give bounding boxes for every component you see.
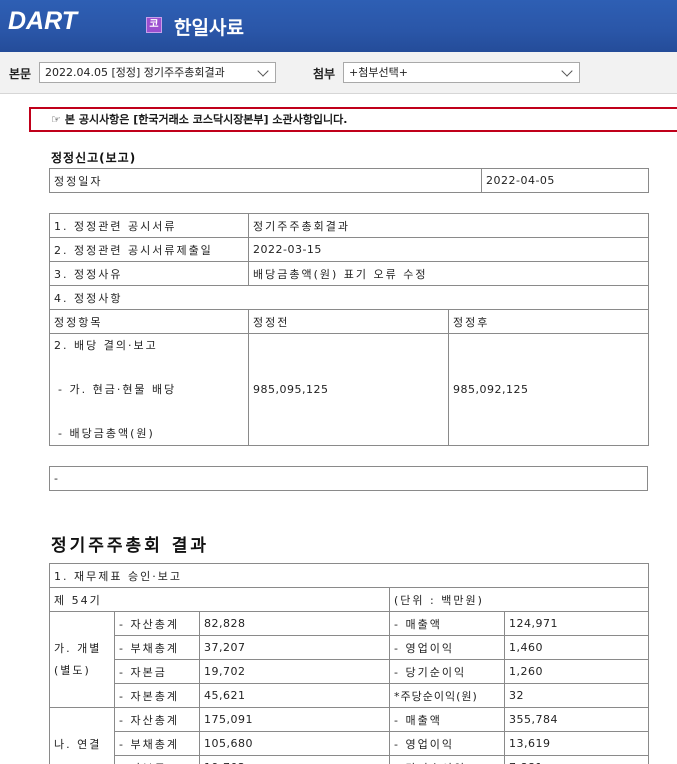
left-item-value: 105,680 [199, 731, 390, 756]
left-item-label: - 자산총계 [114, 707, 200, 732]
right-item-value: 124,971 [504, 611, 649, 636]
dart-logo[interactable]: DART [8, 6, 77, 35]
right-item-value: 13,619 [504, 731, 649, 756]
result-title: 정기주주총회 결과 [51, 536, 210, 556]
right-item-value: 32 [504, 683, 649, 708]
table-row: 가. 개별 (별도) - 자산총계 82,828 - 매출액 124,971 [49, 611, 649, 708]
table-row: 정정항목 정정전 정정후 [49, 309, 649, 334]
right-item-label: - 매출액 [389, 707, 505, 732]
table-row: 1. 정정관련 공시서류 정기주주총회결과 [49, 213, 649, 238]
correction-item-value: 배당금총액(원) 표기 오류 수정 [248, 261, 649, 286]
attachment-select-value: +첨부선택+ [349, 66, 408, 79]
chevron-down-icon [257, 65, 269, 77]
table-row: - 부채총계 37,207 - 영업이익 1,460 [50, 635, 649, 660]
attachment-label: 첨부 [313, 67, 336, 81]
logo-text: DART [8, 6, 77, 35]
correction-item-value: 정기주주총회결과 [248, 213, 649, 238]
notice-text: 본 공시사항은 [한국거래소 코스닥시장본부] 소관사항입니다. [64, 113, 348, 126]
col-header-after: 정정후 [448, 309, 649, 334]
right-item-label: - 당기순이익 [389, 659, 505, 684]
table-row: - 자본총계 45,621 *주당순이익(원) 32 [50, 683, 649, 708]
correction-item-cell: 2. 배당 결의·보고 - 가. 현금·현물 배당 - 배당금총액(원) [49, 333, 249, 446]
chevron-down-icon [561, 65, 573, 77]
left-item-label: - 자본총계 [114, 683, 200, 708]
market-badge-icon: 코 [146, 17, 162, 33]
left-item-label: - 자산총계 [114, 611, 200, 636]
jurisdiction-notice: ☞ 본 공시사항은 [한국거래소 코스닥시장본부] 소관사항입니다. [29, 107, 677, 132]
remark-table: - [49, 466, 648, 491]
consolidated-group-label: 나. 연결 [49, 707, 115, 764]
correction-detail-table: 1. 정정관련 공시서류 정기주주총회결과 2. 정정관련 공시서류제출일 20… [49, 213, 649, 446]
attachment-select[interactable]: +첨부선택+ [343, 62, 580, 83]
right-item-value: 7,881 [504, 755, 649, 764]
correction-date-table: 정정일자 2022-04-05 [49, 168, 649, 193]
left-item-value: 175,091 [199, 707, 390, 732]
table-row: - [49, 466, 648, 491]
correction-date-value: 2022-04-05 [481, 168, 649, 193]
value-before: 985,095,125 [248, 333, 449, 446]
table-row: 4. 정정사항 [49, 285, 649, 310]
right-item-value: 355,784 [504, 707, 649, 732]
correction-date-label: 정정일자 [49, 168, 482, 193]
pointing-hand-icon: ☞ [51, 113, 61, 126]
table-row: 제 54기 (단위 : 백만원) [49, 587, 649, 612]
correction-item-label: 1. 정정관련 공시서류 [49, 213, 249, 238]
right-item-label: - 영업이익 [389, 635, 505, 660]
table-row: 3. 정정사유 배당금총액(원) 표기 오류 수정 [49, 261, 649, 286]
correction-item-value: 2022-03-15 [248, 237, 649, 262]
financial-statement-table: 1. 재무제표 승인·보고 제 54기 (단위 : 백만원) 가. 개별 (별도… [49, 563, 649, 764]
body-select-value: 2022.04.05 [정정] 정기주주총회결과 [45, 66, 225, 79]
unit-label: (단위 : 백만원) [389, 587, 649, 612]
left-item-label: - 부채총계 [114, 731, 200, 756]
col-header-item: 정정항목 [49, 309, 249, 334]
company-name: 한일사료 [174, 17, 244, 39]
document-toolbar: 본문 2022.04.05 [정정] 정기주주총회결과 첨부 +첨부선택+ [0, 52, 677, 94]
table-row: 2. 배당 결의·보고 - 가. 현금·현물 배당 - 배당금총액(원) 985… [49, 333, 649, 446]
correction-item-line: 2. 배당 결의·보고 [54, 338, 158, 352]
correction-item-line: - 가. 현금·현물 배당 [58, 382, 177, 396]
correction-item-label: 3. 정정사유 [49, 261, 249, 286]
section-heading: 1. 재무제표 승인·보고 [49, 563, 649, 588]
table-row: 정정일자 2022-04-05 [49, 168, 649, 193]
separate-group-label: 가. 개별 (별도) [49, 611, 115, 708]
left-item-value: 37,207 [199, 635, 390, 660]
app-header: DART 코 한일사료 [0, 0, 677, 52]
table-row: - 자본금 19,702 - 당기순이익 1,260 [50, 659, 649, 684]
remark-value: - [49, 466, 648, 491]
table-row: - 부채총계 105,680 - 영업이익 13,619 [50, 731, 649, 756]
left-item-label: - 자본금 [114, 755, 200, 764]
table-row: 2. 정정관련 공시서류제출일 2022-03-15 [49, 237, 649, 262]
correction-item-line: - 배당금총액(원) [58, 426, 155, 440]
left-item-value: 19,702 [199, 755, 390, 764]
col-header-before: 정정전 [248, 309, 449, 334]
left-item-label: - 부채총계 [114, 635, 200, 660]
right-item-label: - 당기순이익 [389, 755, 505, 764]
left-item-value: 19,702 [199, 659, 390, 684]
correction-title: 정정신고(보고) [51, 151, 137, 165]
table-row: 나. 연결 - 자산총계 175,091 - 매출액 355,784 [49, 707, 649, 764]
correction-item-label: 4. 정정사항 [49, 285, 649, 310]
value-after: 985,092,125 [448, 333, 649, 446]
right-item-label: - 매출액 [389, 611, 505, 636]
body-label: 본문 [9, 67, 32, 81]
table-row: 1. 재무제표 승인·보고 [49, 563, 649, 588]
right-item-value: 1,260 [504, 659, 649, 684]
table-row: - 자본금 19,702 - 당기순이익 7,881 [50, 755, 649, 764]
right-item-value: 1,460 [504, 635, 649, 660]
left-item-value: 82,828 [199, 611, 390, 636]
period-label: 제 54기 [49, 587, 390, 612]
right-item-label: - 영업이익 [389, 731, 505, 756]
left-item-label: - 자본금 [114, 659, 200, 684]
correction-item-label: 2. 정정관련 공시서류제출일 [49, 237, 249, 262]
left-item-value: 45,621 [199, 683, 390, 708]
right-item-label: *주당순이익(원) [389, 683, 505, 708]
body-document-select[interactable]: 2022.04.05 [정정] 정기주주총회결과 [39, 62, 276, 83]
document-viewer[interactable]: ☞ 본 공시사항은 [한국거래소 코스닥시장본부] 소관사항입니다. 정정신고(보… [0, 95, 677, 764]
